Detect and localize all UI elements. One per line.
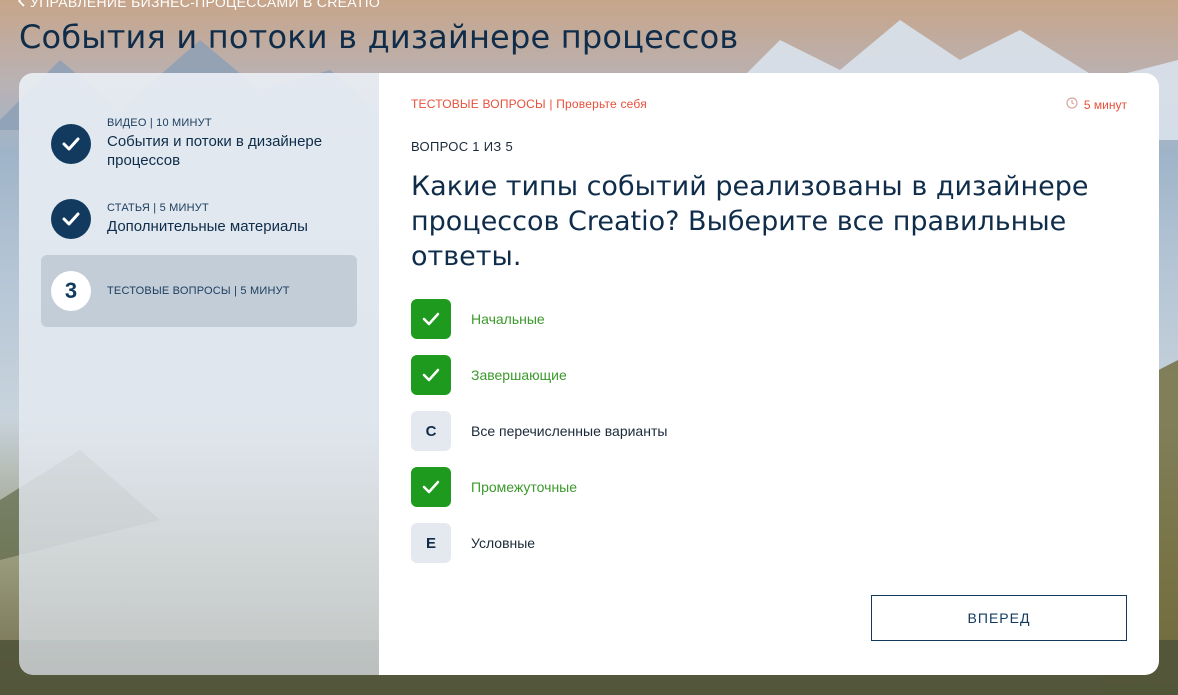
clock-icon [1066, 97, 1078, 112]
answer-option[interactable]: Завершающие [411, 355, 667, 395]
question-text: Какие типы событий реализованы в дизайне… [411, 171, 1089, 272]
answer-label: Условные [471, 535, 536, 551]
step-number: 3 [51, 271, 91, 311]
chevron-left-icon [17, 0, 26, 10]
section-label: ТЕСТОВЫЕ ВОПРОСЫ | Проверьте себя [411, 97, 647, 111]
answer-option[interactable]: Начальные [411, 299, 667, 339]
step-meta: ТЕСТОВЫЕ ВОПРОСЫ | 5 МИНУТ [107, 285, 290, 297]
breadcrumb[interactable]: УПРАВЛЕНИЕ БИЗНЕС-ПРОЦЕССАМИ В CREATIO [17, 0, 381, 10]
check-icon [51, 199, 91, 239]
answer-option[interactable]: Промежуточные [411, 467, 667, 507]
checkbox-checked[interactable] [411, 467, 451, 507]
answer-label: Завершающие [471, 367, 567, 383]
answer-option[interactable]: C Все перечисленные варианты [411, 411, 667, 451]
timer: 5 минут [1066, 97, 1127, 112]
answer-options: Начальные Завершающие C Все перечисленны… [411, 299, 667, 579]
question-counter: ВОПРОС 1 ИЗ 5 [411, 139, 513, 154]
page-title: События и потоки в дизайнере процессов [19, 18, 739, 56]
answer-label: Все перечисленные варианты [471, 423, 668, 439]
sidebar: ВИДЕО | 10 МИНУТ События и потоки в диза… [19, 73, 379, 675]
step-meta: ВИДЕО | 10 МИНУТ [107, 117, 212, 129]
sidebar-step-quiz[interactable]: 3 ТЕСТОВЫЕ ВОПРОСЫ | 5 МИНУТ [41, 255, 357, 327]
option-letter[interactable]: C [411, 411, 451, 451]
step-meta: СТАТЬЯ | 5 МИНУТ [107, 202, 209, 214]
check-icon [51, 123, 91, 164]
sidebar-step-video[interactable]: ВИДЕО | 10 МИНУТ События и потоки в диза… [41, 117, 357, 170]
quiz-panel: ТЕСТОВЫЕ ВОПРОСЫ | Проверьте себя 5 мину… [379, 73, 1159, 675]
timer-label: 5 минут [1083, 97, 1127, 112]
checkbox-checked[interactable] [411, 299, 451, 339]
next-button[interactable]: ВПЕРЕД [871, 595, 1127, 641]
answer-option[interactable]: E Условные [411, 523, 667, 563]
check-icon [422, 312, 440, 326]
lesson-card: ВИДЕО | 10 МИНУТ События и потоки в диза… [19, 73, 1159, 675]
check-icon [422, 368, 440, 382]
answer-label: Начальные [471, 311, 545, 327]
checkbox-checked[interactable] [411, 355, 451, 395]
option-letter[interactable]: E [411, 523, 451, 563]
step-title: События и потоки в дизайнере процессов [107, 133, 323, 169]
sidebar-step-article[interactable]: СТАТЬЯ | 5 МИНУТ Дополнительные материал… [41, 199, 357, 239]
breadcrumb-label: УПРАВЛЕНИЕ БИЗНЕС-ПРОЦЕССАМИ В CREATIO [30, 0, 381, 10]
answer-label: Промежуточные [471, 479, 578, 495]
check-icon [422, 480, 440, 494]
step-title: Дополнительные материалы [107, 218, 308, 235]
